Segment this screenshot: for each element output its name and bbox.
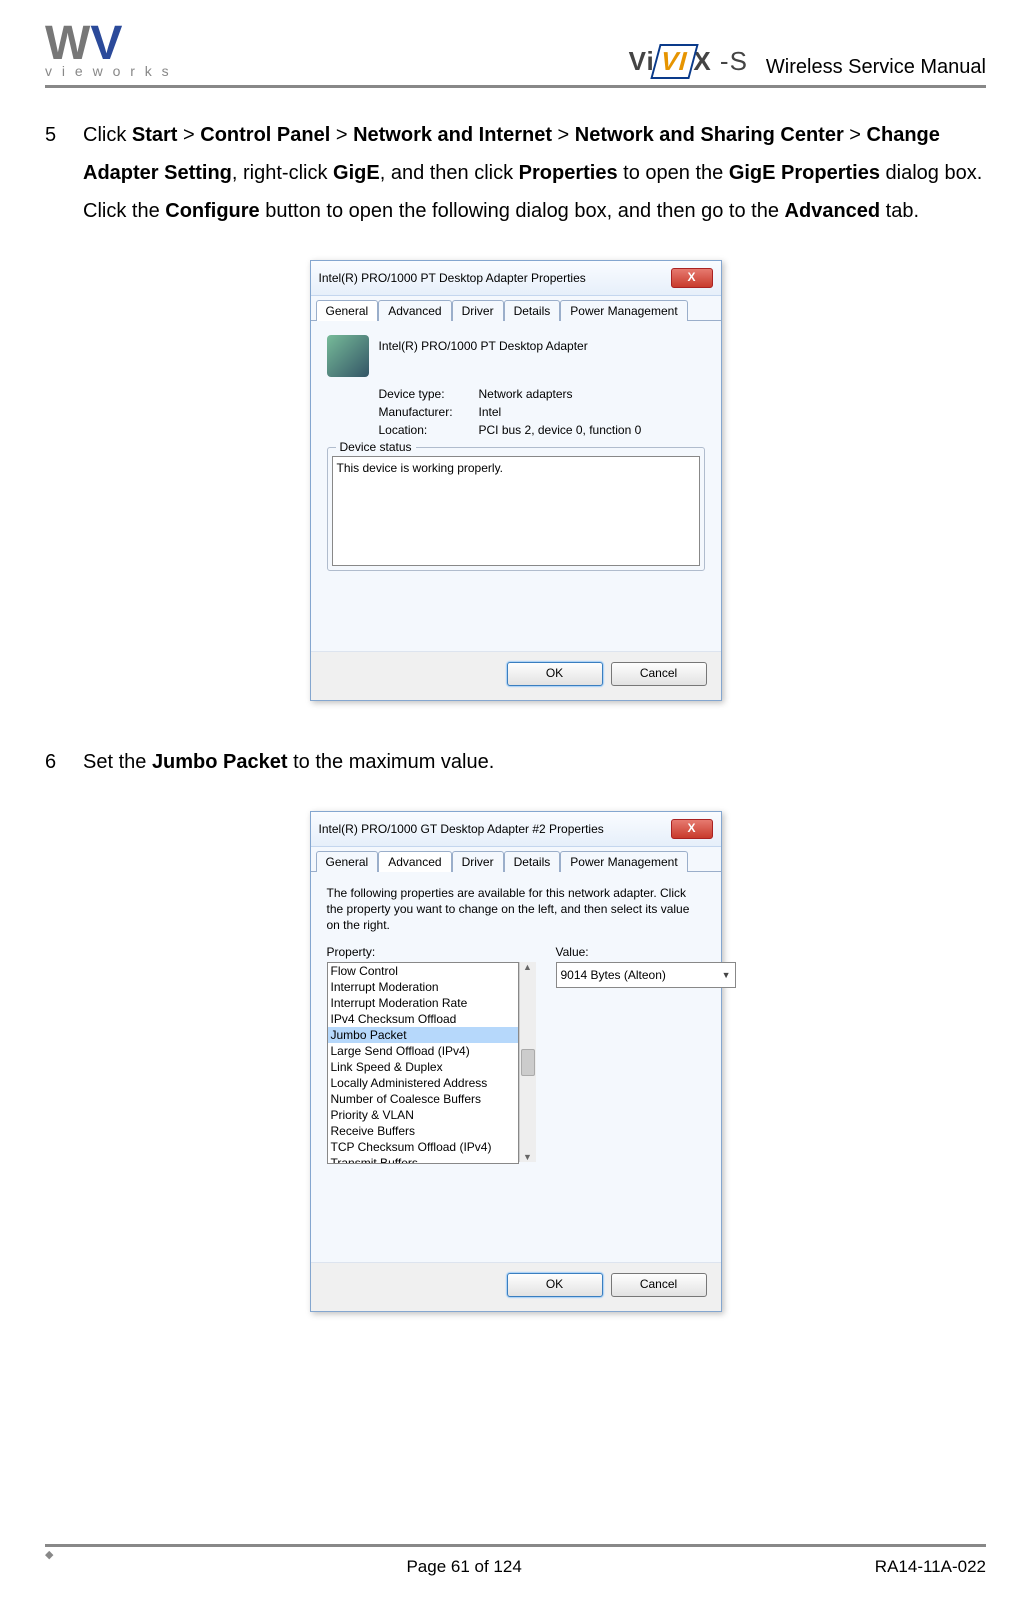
list-item[interactable]: Interrupt Moderation — [328, 979, 518, 995]
close-icon[interactable]: X — [671, 268, 713, 288]
device-status-label: Device status — [336, 440, 416, 454]
manufacturer-value: Intel — [479, 405, 502, 419]
device-status-text[interactable]: This device is working properly. — [332, 456, 700, 566]
step-6-text: Set the Jumbo Packet to the maximum valu… — [83, 743, 494, 781]
page-header: WV v i e w o r k s ViVIX -S Wireless Ser… — [45, 25, 986, 88]
tab-driver[interactable]: Driver — [452, 851, 504, 872]
list-item[interactable]: Priority & VLAN — [328, 1107, 518, 1123]
location-value: PCI bus 2, device 0, function 0 — [479, 423, 642, 437]
cancel-button[interactable]: Cancel — [611, 1273, 707, 1297]
tab-general[interactable]: General — [316, 851, 379, 872]
chevron-up-icon[interactable]: ▲ — [523, 962, 532, 972]
vivix-logo: ViVIX -S — [629, 44, 748, 79]
dialog2-titlebar[interactable]: Intel(R) PRO/1000 GT Desktop Adapter #2 … — [311, 812, 721, 847]
tab-advanced[interactable]: Advanced — [378, 300, 451, 321]
scrollbar[interactable]: ▲ ▼ — [519, 962, 536, 1162]
tab-details[interactable]: Details — [504, 851, 561, 872]
value-dropdown-text: 9014 Bytes (Alteon) — [561, 968, 666, 982]
tab-advanced[interactable]: Advanced — [378, 851, 451, 872]
dialog2-title: Intel(R) PRO/1000 GT Desktop Adapter #2 … — [319, 822, 604, 836]
list-item[interactable]: TCP Checksum Offload (IPv4) — [328, 1139, 518, 1155]
step-5: 5 Click Start > Control Panel > Network … — [45, 116, 986, 230]
footer-diamond-left — [45, 1557, 53, 1577]
step-5-text: Click Start > Control Panel > Network an… — [83, 116, 986, 230]
dialog1-tabs: General Advanced Driver Details Power Ma… — [311, 296, 721, 320]
device-type-label: Device type: — [379, 387, 479, 401]
vieworks-logo-text: v i e w o r k s — [45, 63, 172, 79]
dialog2-buttons: OK Cancel — [311, 1262, 721, 1311]
list-item-jumbo-packet[interactable]: Jumbo Packet — [328, 1027, 518, 1043]
page-number: Page 61 of 124 — [406, 1557, 521, 1577]
close-icon[interactable]: X — [671, 819, 713, 839]
list-item[interactable]: Interrupt Moderation Rate — [328, 995, 518, 1011]
list-item[interactable]: Number of Coalesce Buffers — [328, 1091, 518, 1107]
tab-power-management[interactable]: Power Management — [560, 300, 687, 321]
list-item[interactable]: Link Speed & Duplex — [328, 1059, 518, 1075]
list-item[interactable]: Large Send Offload (IPv4) — [328, 1043, 518, 1059]
advanced-description: The following properties are available f… — [327, 886, 705, 933]
value-dropdown[interactable]: 9014 Bytes (Alteon) — [556, 962, 736, 988]
scroll-thumb[interactable] — [521, 1049, 535, 1076]
dialog1-title: Intel(R) PRO/1000 PT Desktop Adapter Pro… — [319, 271, 586, 285]
dialog1-body: Intel(R) PRO/1000 PT Desktop Adapter Dev… — [311, 320, 721, 651]
list-item[interactable]: Locally Administered Address — [328, 1075, 518, 1091]
manual-title: Wireless Service Manual — [766, 56, 986, 79]
list-item[interactable]: Flow Control — [328, 963, 518, 979]
list-item[interactable]: Receive Buffers — [328, 1123, 518, 1139]
device-status-fieldset: Device status This device is working pro… — [327, 447, 705, 571]
doc-number: RA14-11A-022 — [875, 1557, 986, 1577]
step-5-number: 5 — [45, 116, 83, 230]
property-label: Property: — [327, 945, 536, 959]
location-label: Location: — [379, 423, 479, 437]
manufacturer-label: Manufacturer: — [379, 405, 479, 419]
cancel-button[interactable]: Cancel — [611, 662, 707, 686]
step-6-number: 6 — [45, 743, 83, 781]
ok-button[interactable]: OK — [507, 662, 603, 686]
tab-general[interactable]: General — [316, 300, 379, 321]
adapter-icon — [327, 335, 369, 377]
list-item[interactable]: IPv4 Checksum Offload — [328, 1011, 518, 1027]
step-6: 6 Set the Jumbo Packet to the maximum va… — [45, 743, 986, 781]
ok-button[interactable]: OK — [507, 1273, 603, 1297]
device-type-value: Network adapters — [479, 387, 573, 401]
tab-details[interactable]: Details — [504, 300, 561, 321]
dialog1-buttons: OK Cancel — [311, 651, 721, 700]
tab-power-management[interactable]: Power Management — [560, 851, 687, 872]
tab-driver[interactable]: Driver — [452, 300, 504, 321]
property-listbox[interactable]: Flow Control Interrupt Moderation Interr… — [327, 962, 519, 1164]
dialog-adapter-properties-advanced: Intel(R) PRO/1000 GT Desktop Adapter #2 … — [310, 811, 722, 1312]
dialog-adapter-properties-general: Intel(R) PRO/1000 PT Desktop Adapter Pro… — [310, 260, 722, 701]
chevron-down-icon[interactable]: ▼ — [523, 1152, 532, 1162]
list-item[interactable]: Transmit Buffers — [328, 1155, 518, 1164]
dialog2-body: The following properties are available f… — [311, 871, 721, 1262]
page-footer: Page 61 of 124 RA14-11A-022 — [45, 1544, 986, 1577]
dialog1-titlebar[interactable]: Intel(R) PRO/1000 PT Desktop Adapter Pro… — [311, 261, 721, 296]
value-label: Value: — [556, 945, 736, 959]
dialog2-tabs: General Advanced Driver Details Power Ma… — [311, 847, 721, 871]
vieworks-logo: WV v i e w o r k s — [45, 25, 172, 79]
adapter-name: Intel(R) PRO/1000 PT Desktop Adapter — [379, 335, 588, 353]
